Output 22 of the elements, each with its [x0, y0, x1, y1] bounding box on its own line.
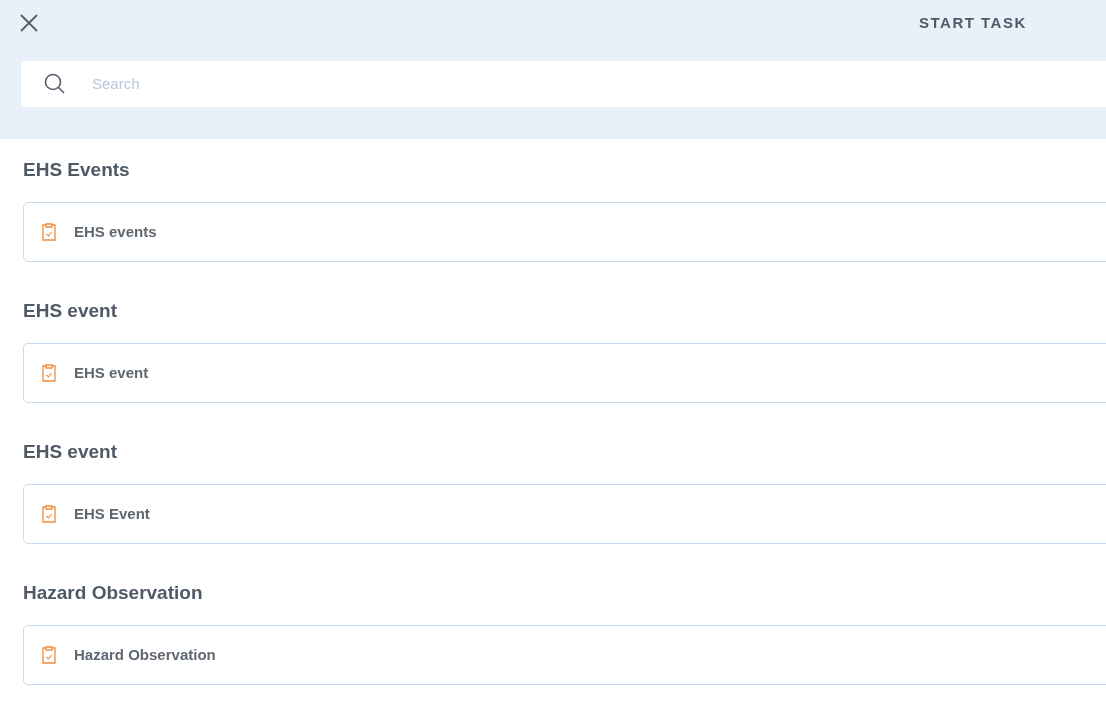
- close-button[interactable]: [18, 12, 40, 34]
- section-heading: EHS event: [23, 299, 117, 323]
- task-label: Hazard Observation: [74, 644, 216, 665]
- clipboard-icon: [41, 504, 57, 524]
- search-input[interactable]: Search: [92, 72, 892, 96]
- task-label: EHS Event: [74, 503, 150, 524]
- page-title: START TASK: [919, 12, 1027, 33]
- clipboard-icon: [41, 645, 57, 665]
- task-label: EHS event: [74, 362, 149, 383]
- clipboard-icon: [41, 363, 57, 383]
- task-card[interactable]: EHS events: [23, 202, 1106, 262]
- section-heading: EHS event: [23, 440, 117, 464]
- section-heading: EHS Events: [23, 158, 130, 182]
- task-card[interactable]: EHS event: [23, 343, 1106, 403]
- task-card[interactable]: EHS Event: [23, 484, 1106, 544]
- clipboard-icon: [41, 222, 57, 242]
- section-heading: Hazard Observation: [23, 581, 203, 605]
- task-card[interactable]: Hazard Observation: [23, 625, 1106, 685]
- task-label: EHS events: [74, 221, 157, 242]
- search-field[interactable]: Search: [21, 61, 1106, 107]
- search-icon: [44, 73, 66, 95]
- close-icon: [19, 13, 39, 33]
